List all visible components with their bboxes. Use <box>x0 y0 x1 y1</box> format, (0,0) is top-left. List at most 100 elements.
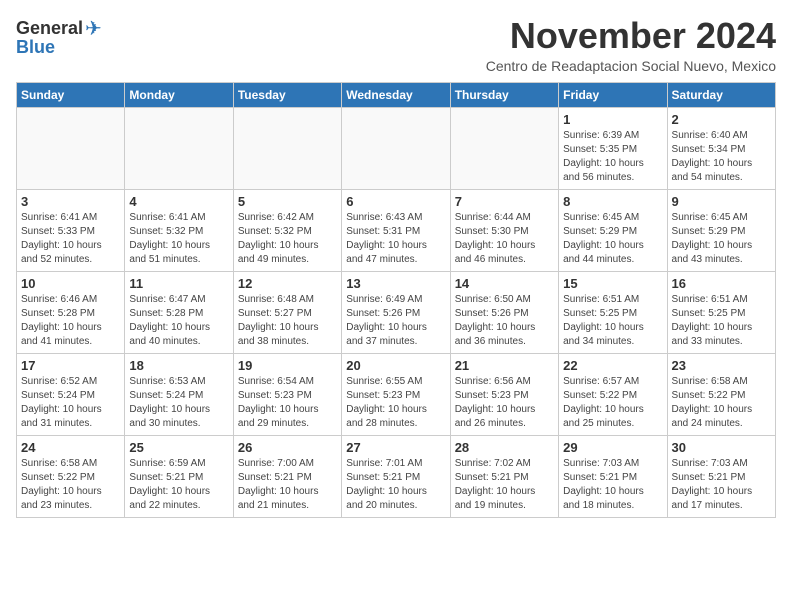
calendar-table: SundayMondayTuesdayWednesdayThursdayFrid… <box>16 82 776 518</box>
day-info: Sunrise: 6:43 AM Sunset: 5:31 PM Dayligh… <box>346 211 445 267</box>
day-cell: 22 Sunrise: 6:57 AM Sunset: 5:22 PM Dayli… <box>559 353 667 435</box>
day-cell: 1 Sunrise: 6:39 AM Sunset: 5:35 PM Daylig… <box>559 107 667 189</box>
day-number: 30 <box>672 440 771 455</box>
day-info: Sunrise: 6:41 AM Sunset: 5:32 PM Dayligh… <box>129 211 228 267</box>
day-cell: 5Sunrise: 6:42 AM Sunset: 5:32 PM Daylig… <box>233 189 341 271</box>
calendar-header-row: SundayMondayTuesdayWednesdayThursdayFrid… <box>17 82 776 107</box>
day-cell: 19 Sunrise: 6:54 AM Sunset: 5:23 PM Dayli… <box>233 353 341 435</box>
day-info: Sunrise: 6:45 AM Sunset: 5:29 PM Dayligh… <box>672 211 771 267</box>
day-info: Sunrise: 7:03 AM Sunset: 5:21 PM Dayligh… <box>563 457 662 513</box>
day-info: Sunrise: 6:39 AM Sunset: 5:35 PM Dayligh… <box>563 129 662 185</box>
logo-bird-icon: ✈ <box>85 16 102 41</box>
day-info: Sunrise: 6:45 AM Sunset: 5:29 PM Dayligh… <box>563 211 662 267</box>
day-cell: 27Sunrise: 7:01 AM Sunset: 5:21 PM Dayli… <box>342 435 450 517</box>
day-info: Sunrise: 6:53 AM Sunset: 5:24 PM Dayligh… <box>129 375 228 431</box>
day-number: 11 <box>129 276 228 291</box>
day-cell: 26 Sunrise: 7:00 AM Sunset: 5:21 PM Dayli… <box>233 435 341 517</box>
day-cell: 29 Sunrise: 7:03 AM Sunset: 5:21 PM Dayli… <box>559 435 667 517</box>
day-cell: 30 Sunrise: 7:03 AM Sunset: 5:21 PM Dayli… <box>667 435 775 517</box>
day-number: 13 <box>346 276 445 291</box>
day-info: Sunrise: 7:02 AM Sunset: 5:21 PM Dayligh… <box>455 457 554 513</box>
day-cell: 2 Sunrise: 6:40 AM Sunset: 5:34 PM Daylig… <box>667 107 775 189</box>
month-title: November 2024 <box>486 16 776 56</box>
day-cell: 28 Sunrise: 7:02 AM Sunset: 5:21 PM Dayli… <box>450 435 558 517</box>
header-thursday: Thursday <box>450 82 558 107</box>
day-info: Sunrise: 6:48 AM Sunset: 5:27 PM Dayligh… <box>238 293 337 349</box>
day-number: 4 <box>129 194 228 209</box>
day-info: Sunrise: 6:40 AM Sunset: 5:34 PM Dayligh… <box>672 129 771 185</box>
day-cell <box>17 107 125 189</box>
header-sunday: Sunday <box>17 82 125 107</box>
day-info: Sunrise: 6:44 AM Sunset: 5:30 PM Dayligh… <box>455 211 554 267</box>
day-cell: 7 Sunrise: 6:44 AM Sunset: 5:30 PM Daylig… <box>450 189 558 271</box>
day-cell <box>125 107 233 189</box>
day-info: Sunrise: 7:01 AM Sunset: 5:21 PM Dayligh… <box>346 457 445 513</box>
day-info: Sunrise: 6:58 AM Sunset: 5:22 PM Dayligh… <box>21 457 120 513</box>
day-cell: 10Sunrise: 6:46 AM Sunset: 5:28 PM Dayli… <box>17 271 125 353</box>
header-friday: Friday <box>559 82 667 107</box>
day-info: Sunrise: 6:54 AM Sunset: 5:23 PM Dayligh… <box>238 375 337 431</box>
day-info: Sunrise: 6:51 AM Sunset: 5:25 PM Dayligh… <box>563 293 662 349</box>
day-info: Sunrise: 6:55 AM Sunset: 5:23 PM Dayligh… <box>346 375 445 431</box>
day-info: Sunrise: 7:03 AM Sunset: 5:21 PM Dayligh… <box>672 457 771 513</box>
day-info: Sunrise: 6:41 AM Sunset: 5:33 PM Dayligh… <box>21 211 120 267</box>
day-number: 22 <box>563 358 662 373</box>
day-info: Sunrise: 6:59 AM Sunset: 5:21 PM Dayligh… <box>129 457 228 513</box>
day-cell: 18 Sunrise: 6:53 AM Sunset: 5:24 PM Dayli… <box>125 353 233 435</box>
day-cell: 8 Sunrise: 6:45 AM Sunset: 5:29 PM Daylig… <box>559 189 667 271</box>
day-cell: 6 Sunrise: 6:43 AM Sunset: 5:31 PM Daylig… <box>342 189 450 271</box>
day-info: Sunrise: 7:00 AM Sunset: 5:21 PM Dayligh… <box>238 457 337 513</box>
header-wednesday: Wednesday <box>342 82 450 107</box>
day-number: 7 <box>455 194 554 209</box>
day-info: Sunrise: 6:50 AM Sunset: 5:26 PM Dayligh… <box>455 293 554 349</box>
day-number: 3 <box>21 194 120 209</box>
day-number: 8 <box>563 194 662 209</box>
day-number: 1 <box>563 112 662 127</box>
week-row-2: 3 Sunrise: 6:41 AM Sunset: 5:33 PM Daylig… <box>17 189 776 271</box>
title-block: November 2024 Centro de Readaptacion Soc… <box>486 16 776 74</box>
day-cell: 17 Sunrise: 6:52 AM Sunset: 5:24 PM Dayli… <box>17 353 125 435</box>
day-cell: 24Sunrise: 6:58 AM Sunset: 5:22 PM Dayli… <box>17 435 125 517</box>
day-number: 17 <box>21 358 120 373</box>
day-number: 6 <box>346 194 445 209</box>
day-number: 26 <box>238 440 337 455</box>
day-number: 16 <box>672 276 771 291</box>
header-monday: Monday <box>125 82 233 107</box>
day-cell: 13 Sunrise: 6:49 AM Sunset: 5:26 PM Dayli… <box>342 271 450 353</box>
day-cell: 25Sunrise: 6:59 AM Sunset: 5:21 PM Dayli… <box>125 435 233 517</box>
subtitle: Centro de Readaptacion Social Nuevo, Mex… <box>486 58 776 74</box>
day-cell: 9 Sunrise: 6:45 AM Sunset: 5:29 PM Daylig… <box>667 189 775 271</box>
day-number: 29 <box>563 440 662 455</box>
day-number: 2 <box>672 112 771 127</box>
day-number: 15 <box>563 276 662 291</box>
page-header: General ✈ Blue November 2024 Centro de R… <box>16 16 776 74</box>
week-row-1: 1 Sunrise: 6:39 AM Sunset: 5:35 PM Daylig… <box>17 107 776 189</box>
day-info: Sunrise: 6:57 AM Sunset: 5:22 PM Dayligh… <box>563 375 662 431</box>
day-number: 18 <box>129 358 228 373</box>
day-number: 23 <box>672 358 771 373</box>
day-info: Sunrise: 6:56 AM Sunset: 5:23 PM Dayligh… <box>455 375 554 431</box>
header-saturday: Saturday <box>667 82 775 107</box>
logo: General ✈ Blue <box>16 16 102 58</box>
day-cell <box>233 107 341 189</box>
day-cell <box>342 107 450 189</box>
day-info: Sunrise: 6:42 AM Sunset: 5:32 PM Dayligh… <box>238 211 337 267</box>
week-row-3: 10Sunrise: 6:46 AM Sunset: 5:28 PM Dayli… <box>17 271 776 353</box>
day-info: Sunrise: 6:49 AM Sunset: 5:26 PM Dayligh… <box>346 293 445 349</box>
day-number: 21 <box>455 358 554 373</box>
day-cell: 20Sunrise: 6:55 AM Sunset: 5:23 PM Dayli… <box>342 353 450 435</box>
day-cell: 21 Sunrise: 6:56 AM Sunset: 5:23 PM Dayli… <box>450 353 558 435</box>
day-info: Sunrise: 6:47 AM Sunset: 5:28 PM Dayligh… <box>129 293 228 349</box>
day-number: 9 <box>672 194 771 209</box>
day-number: 28 <box>455 440 554 455</box>
day-info: Sunrise: 6:52 AM Sunset: 5:24 PM Dayligh… <box>21 375 120 431</box>
day-number: 19 <box>238 358 337 373</box>
logo-blue-text: Blue <box>16 37 55 58</box>
day-cell: 12 Sunrise: 6:48 AM Sunset: 5:27 PM Dayli… <box>233 271 341 353</box>
day-cell: 14Sunrise: 6:50 AM Sunset: 5:26 PM Dayli… <box>450 271 558 353</box>
day-number: 10 <box>21 276 120 291</box>
logo-general-text: General <box>16 18 83 39</box>
day-cell <box>450 107 558 189</box>
day-number: 12 <box>238 276 337 291</box>
week-row-4: 17 Sunrise: 6:52 AM Sunset: 5:24 PM Dayli… <box>17 353 776 435</box>
